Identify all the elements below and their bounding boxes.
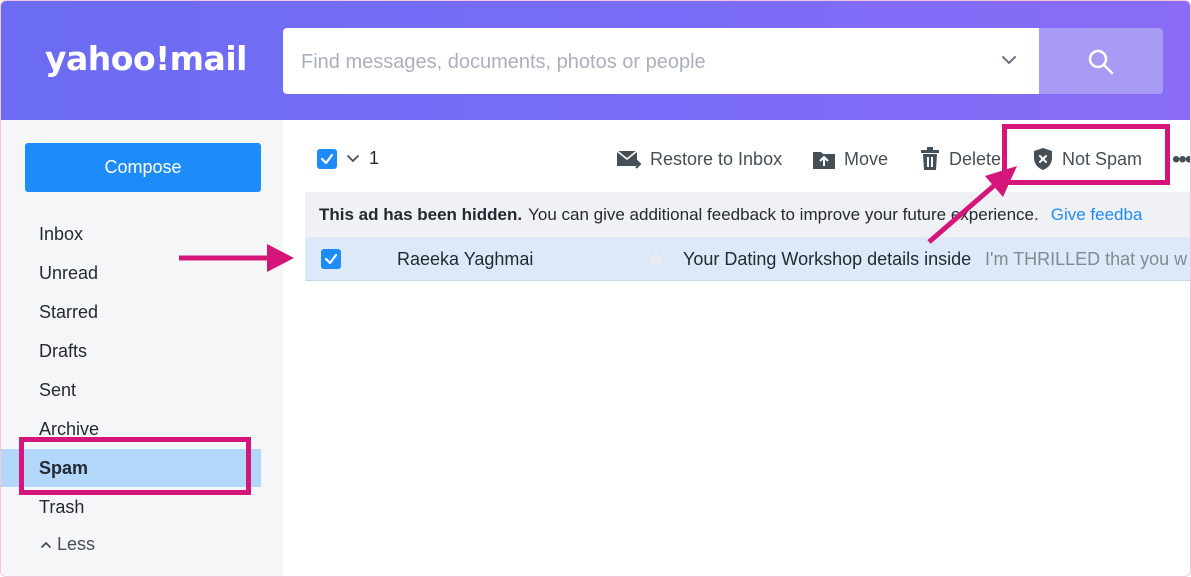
annotation-arrows bbox=[179, 166, 1017, 272]
app-window: yahoo!mail Compose Inbox Unread Starred … bbox=[0, 0, 1191, 577]
arrow-to-not-spam bbox=[927, 166, 1017, 244]
arrow-to-message-row bbox=[179, 244, 294, 272]
